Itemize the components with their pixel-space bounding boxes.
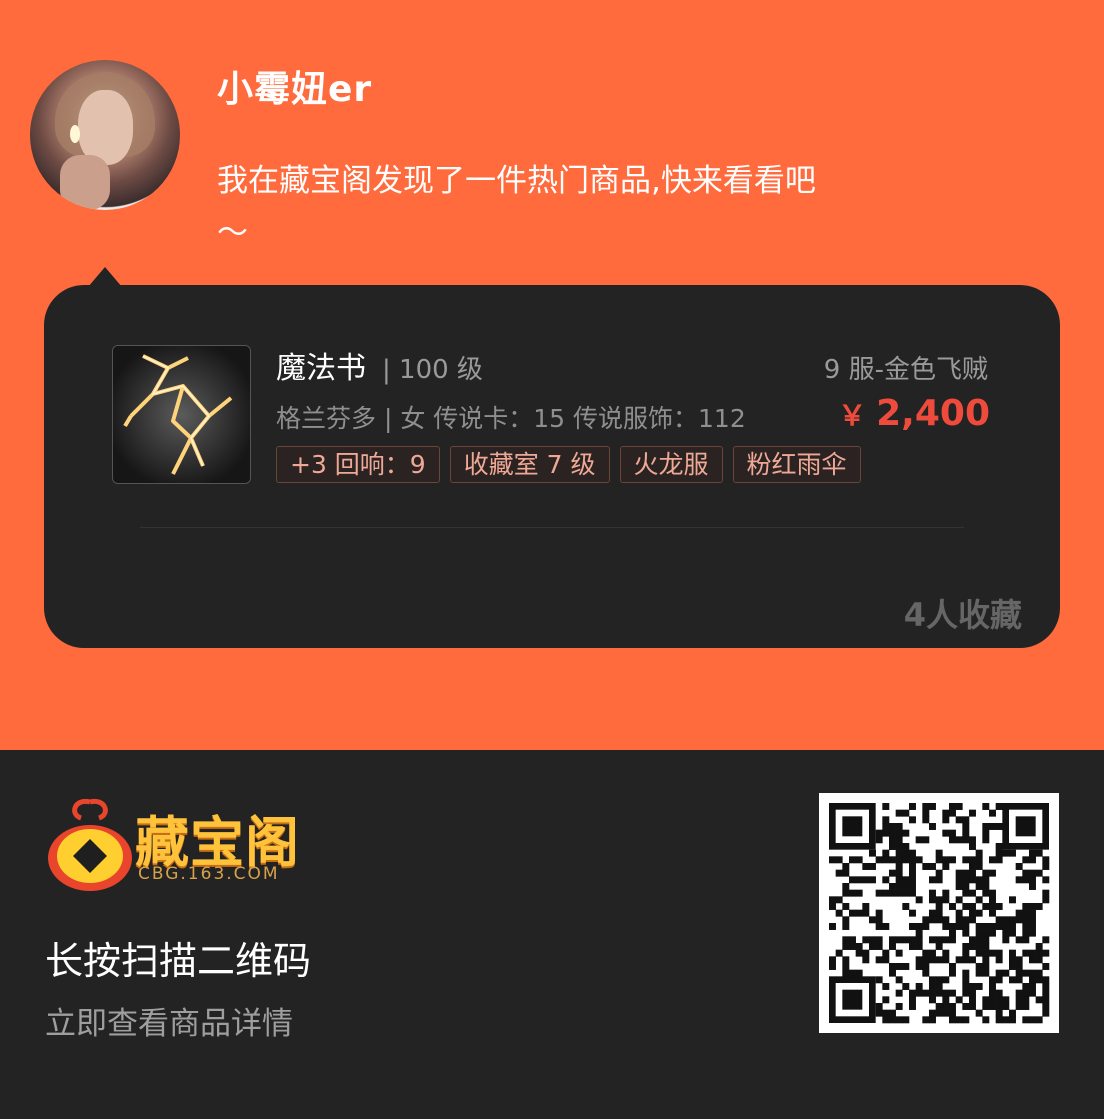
card-divider <box>140 527 964 528</box>
item-card[interactable]: 魔法书 | 100 级 9 服-金色飞贼 格兰芬多 | 女 传说卡：15 传说服… <box>44 285 1060 648</box>
logo-url: CBG.163.COM <box>138 864 280 884</box>
item-price: ￥ 2,400 <box>838 393 990 434</box>
lightning-book-icon <box>113 346 250 483</box>
item-level: | 100 级 <box>382 355 483 385</box>
cbg-coin-logo-icon <box>48 798 132 891</box>
share-header: 小霉妞er 我在藏宝阁发现了一件热门商品,快来看看吧～ 魔法书 | 100 级 … <box>0 0 1104 750</box>
item-detail: 格兰芬多 | 女 传说卡：15 传说服饰：112 <box>276 404 746 433</box>
qr-code-icon[interactable] <box>819 793 1059 1033</box>
qr-title: 长按扫描二维码 <box>45 939 312 983</box>
item-thumbnail <box>112 345 251 484</box>
share-message: 我在藏宝阁发现了一件热门商品,快来看看吧～ <box>217 163 816 251</box>
user-avatar <box>30 60 180 210</box>
item-server: 9 服-金色飞贼 <box>823 355 988 385</box>
qr-code-graphic <box>829 803 1050 1024</box>
item-tags: +3 回响：9 收藏室 7 级 火龙服 粉红雨伞 <box>276 446 861 483</box>
username: 小霉妞er <box>217 69 373 110</box>
bubble-tail <box>88 267 122 287</box>
qr-subtitle: 立即查看商品详情 <box>45 1006 293 1042</box>
cbg-logo: 藏宝阁 CBG.163.COM <box>45 798 305 893</box>
favorites-count: 4人收藏 <box>903 596 1022 634</box>
item-tag: 粉红雨伞 <box>732 446 861 483</box>
item-tag: +3 回响：9 <box>276 446 440 483</box>
item-name: 魔法书 <box>276 351 366 386</box>
item-tag: 火龙服 <box>619 446 723 483</box>
price-currency: ￥ <box>838 399 867 432</box>
item-tag: 收藏室 7 级 <box>449 446 610 483</box>
share-footer: 藏宝阁 CBG.163.COM 长按扫描二维码 立即查看商品详情 <box>0 750 1104 1119</box>
price-value: 2,400 <box>876 393 990 434</box>
